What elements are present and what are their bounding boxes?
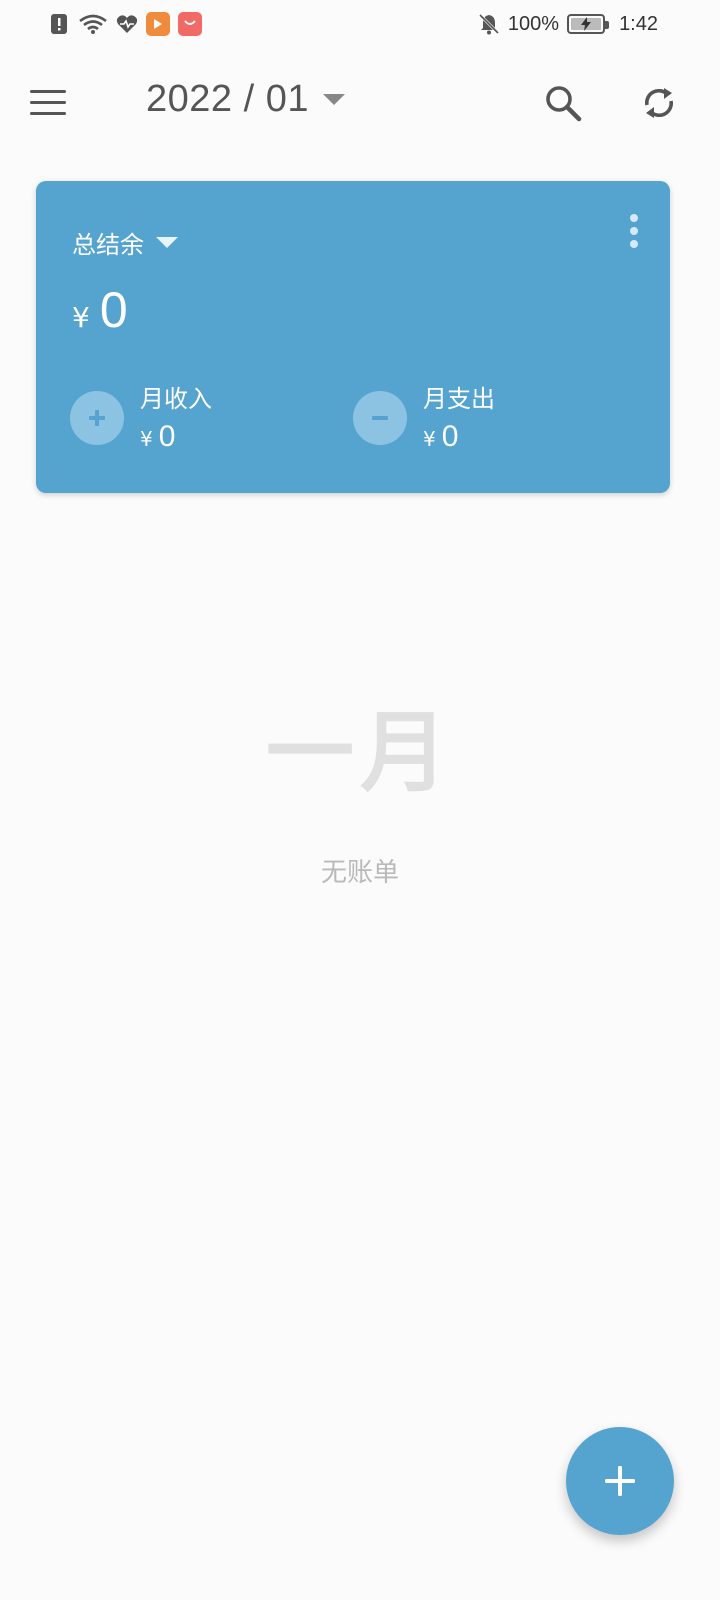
month-selector[interactable]: 2022 / 01 bbox=[146, 78, 345, 121]
empty-month-name: 一月 bbox=[265, 701, 454, 804]
balance-card: 总结余 ¥ 0 月收入 ¥ 0 月支出 ¥ 0 bbox=[36, 181, 670, 493]
income-label: 月收入 bbox=[140, 385, 212, 413]
plus-icon bbox=[605, 1466, 635, 1496]
expense-text: 月支出 ¥ 0 bbox=[423, 379, 495, 454]
sync-icon[interactable] bbox=[636, 80, 682, 126]
income-currency: ¥ bbox=[140, 427, 153, 451]
balance-type-selector[interactable]: 总结余 bbox=[72, 225, 178, 260]
income-amount: ¥ 0 bbox=[140, 420, 212, 454]
empty-message: 无账单 bbox=[320, 858, 399, 888]
app-icon-red bbox=[178, 12, 202, 36]
bell-off-icon bbox=[478, 13, 500, 35]
balance-value: 0 bbox=[99, 282, 128, 338]
month-label: 2022 / 01 bbox=[146, 78, 309, 120]
status-bar-right: 100% 1:42 bbox=[478, 13, 658, 36]
total-balance: ¥ 0 bbox=[72, 281, 128, 339]
heart-icon bbox=[116, 13, 138, 35]
monthly-expense[interactable]: 月支出 ¥ 0 bbox=[353, 381, 495, 454]
search-icon[interactable] bbox=[540, 80, 586, 126]
expense-currency: ¥ bbox=[423, 427, 436, 451]
chevron-down-icon bbox=[156, 237, 178, 248]
minus-circle-icon bbox=[353, 390, 407, 445]
wifi-icon bbox=[78, 13, 108, 35]
battery-charging-icon bbox=[567, 14, 610, 34]
app-icon-orange bbox=[146, 12, 170, 36]
clock: 1:42 bbox=[619, 12, 658, 35]
expense-label: 月支出 bbox=[423, 385, 495, 413]
plus-circle-icon bbox=[70, 390, 124, 445]
status-bar-left bbox=[48, 12, 202, 36]
expense-value: 0 bbox=[441, 420, 459, 453]
add-bill-button[interactable] bbox=[566, 1427, 674, 1535]
monthly-income[interactable]: 月收入 ¥ 0 bbox=[70, 381, 212, 454]
balance-currency: ¥ bbox=[72, 301, 90, 334]
battery-percent: 100% bbox=[507, 12, 560, 35]
screen: 100% 1:42 2022 / 01 总结余 ¥ 0 月收入 ¥ 0 月支出 … bbox=[0, 0, 720, 1600]
more-options-icon[interactable] bbox=[622, 211, 646, 251]
alert-icon bbox=[48, 13, 70, 35]
income-text: 月收入 ¥ 0 bbox=[140, 379, 212, 454]
expense-amount: ¥ 0 bbox=[423, 420, 495, 454]
app-bar: 2022 / 01 bbox=[0, 60, 720, 144]
status-bar: 100% 1:42 bbox=[0, 0, 720, 48]
income-value: 0 bbox=[158, 420, 176, 453]
menu-icon[interactable] bbox=[30, 80, 78, 124]
chevron-down-icon bbox=[322, 94, 345, 105]
balance-title: 总结余 bbox=[72, 231, 144, 259]
